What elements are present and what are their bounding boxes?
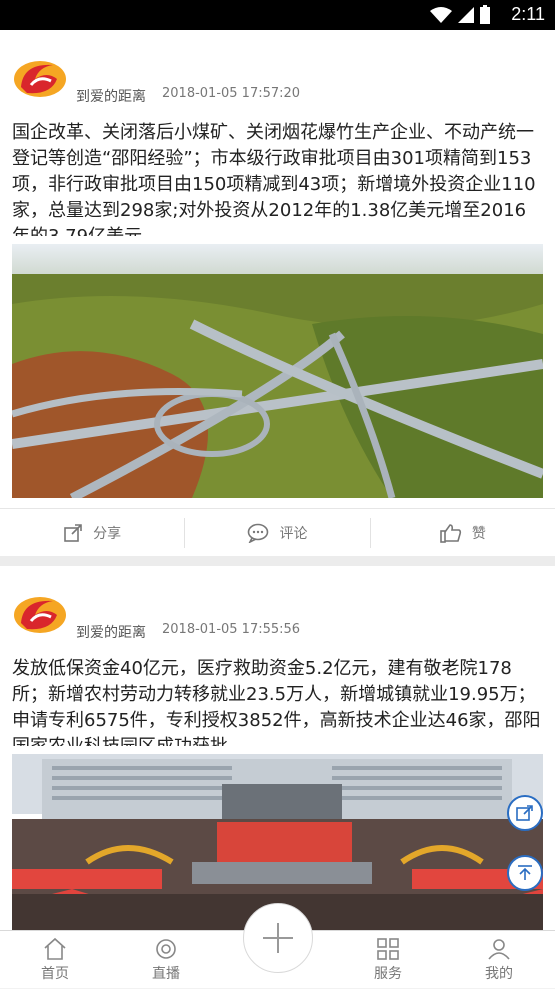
status-bar: 2:11 — [0, 0, 555, 30]
share-icon — [64, 523, 82, 542]
comment-icon — [248, 523, 269, 543]
tab-mine-label: 我的 — [485, 966, 513, 982]
status-icons — [429, 5, 491, 25]
wifi-icon — [430, 7, 452, 23]
clock: 2:11 — [511, 4, 545, 24]
post-text[interactable]: 发放低保资金40亿元，医疗救助资金5.2亿元，建有敬老院178所；新增农村劳动力… — [0, 656, 555, 746]
share-button[interactable]: 分享 — [0, 518, 184, 548]
share-label: 分享 — [93, 525, 122, 542]
author-name[interactable]: 到爱的距离 — [76, 622, 146, 642]
tab-home-label: 首页 — [41, 966, 69, 982]
channel-logo-icon — [14, 597, 66, 633]
tab-services-label: 服务 — [374, 966, 402, 982]
tab-live[interactable]: 直播 — [126, 931, 206, 989]
comment-label: 评论 — [279, 525, 308, 542]
share-float-button[interactable] — [507, 795, 543, 831]
bottom-tab-bar: 首页 直播 服务 我的 — [0, 903, 555, 989]
like-label: 赞 — [471, 525, 486, 542]
post-time: 2018-01-05 17:55:56 — [162, 622, 301, 637]
back-to-top-button[interactable] — [507, 855, 543, 891]
card-header: 到爱的距离 2018-01-05 17:55:56 — [0, 566, 555, 656]
post-text[interactable]: 国企改革、关闭落后小煤矿、关闭烟花爆竹生产企业、不动产统一登记等创造“邵阳经验”… — [0, 120, 555, 236]
tab-services[interactable]: 服务 — [348, 931, 428, 989]
user-icon — [488, 939, 510, 960]
grid-icon — [377, 938, 399, 960]
feed-card[interactable]: 到爱的距离 2018-01-05 17:57:20 国企改革、关闭落后小煤矿、关… — [0, 30, 555, 556]
tab-mine[interactable]: 我的 — [459, 931, 539, 989]
comment-button[interactable]: 评论 — [184, 517, 369, 548]
channel-logo-icon — [14, 61, 66, 97]
post-time: 2018-01-05 17:57:20 — [162, 86, 301, 101]
like-button[interactable]: 赞 — [369, 517, 555, 548]
add-button[interactable] — [243, 903, 313, 973]
battery-icon — [480, 5, 490, 24]
feed-card[interactable]: 到爱的距离 2018-01-05 17:55:56 发放低保资金40亿元，医疗救… — [0, 566, 555, 930]
signal-icon — [458, 7, 474, 23]
home-icon — [44, 937, 66, 960]
tab-home[interactable]: 首页 — [15, 931, 95, 989]
arrow-up-to-top-icon — [518, 865, 532, 880]
external-share-icon — [516, 805, 533, 821]
thumbs-up-icon — [440, 523, 461, 543]
tab-live-label: 直播 — [152, 966, 180, 982]
live-icon — [156, 939, 176, 959]
highway-interchange-image[interactable] — [12, 244, 543, 498]
author-name[interactable]: 到爱的距离 — [76, 86, 146, 106]
card-header: 到爱的距离 2018-01-05 17:57:20 — [0, 30, 555, 120]
news-feed[interactable]: 到爱的距离 2018-01-05 17:57:20 国企改革、关闭落后小煤矿、关… — [0, 30, 555, 930]
plus-icon — [263, 923, 293, 953]
card-actions: 分享 评论 赞 — [0, 508, 555, 556]
